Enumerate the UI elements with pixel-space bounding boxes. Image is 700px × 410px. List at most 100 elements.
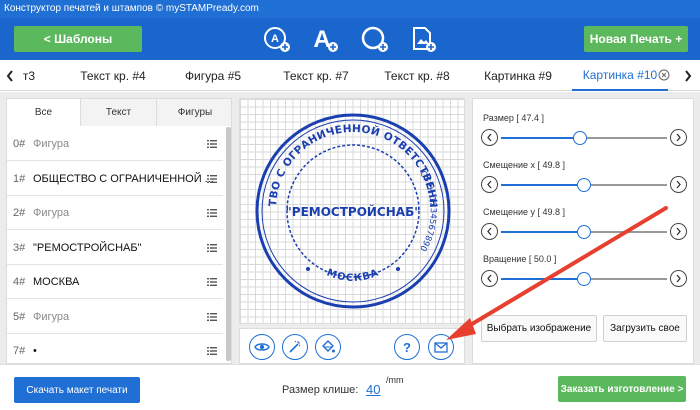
cliche-size-unit: /mm <box>386 375 404 385</box>
chevron-left-icon <box>487 133 492 142</box>
tab-image-9[interactable]: Картинка #9 <box>474 60 562 91</box>
layer-label: • <box>33 345 37 357</box>
slider-fill <box>501 137 580 139</box>
svg-text:A: A <box>271 33 279 45</box>
drag-handle-icon[interactable] <box>207 277 217 287</box>
slider-label: Смещение y [ 49.8 ] <box>483 207 566 217</box>
order-production-button[interactable]: Заказать изготовление > <box>558 376 686 402</box>
chevron-right-icon <box>676 133 681 142</box>
layer-item[interactable]: 0# Фигура <box>7 127 223 161</box>
choose-image-button[interactable]: Выбрать изображение <box>481 315 597 342</box>
upload-own-button[interactable]: Загрузить свое <box>603 315 687 342</box>
tabs-next-button[interactable] <box>680 60 696 91</box>
tab-text-7[interactable]: Текст кр. #7 <box>273 60 359 91</box>
drag-handle-icon[interactable] <box>207 174 217 184</box>
eye-icon <box>254 343 270 351</box>
effects-button[interactable] <box>282 334 308 360</box>
add-text-icon[interactable]: A <box>310 24 340 54</box>
slider-increase-button[interactable] <box>670 176 687 193</box>
tabs-prev-button[interactable] <box>2 60 18 91</box>
chevron-left-icon <box>487 274 492 283</box>
filter-tab-all[interactable]: Все <box>7 99 81 126</box>
chevron-right-icon <box>685 69 692 82</box>
mail-icon <box>434 342 448 353</box>
add-text-circle-icon[interactable]: A <box>262 24 292 54</box>
slider-thumb[interactable] <box>576 178 591 192</box>
slider-track[interactable] <box>501 225 667 239</box>
add-shape-icon[interactable] <box>360 24 390 54</box>
element-tabs: т3 Текст кр. #4 Фигура #5 Текст кр. #7 Т… <box>0 60 700 91</box>
slider-decrease-button[interactable] <box>481 176 498 193</box>
tab-3[interactable]: т3 <box>18 60 40 91</box>
slider-increase-button[interactable] <box>670 129 687 146</box>
send-mail-button[interactable] <box>428 334 454 360</box>
tab-image-10[interactable]: Картинка #10 <box>572 60 668 91</box>
stamp-city-text: МОСКВА <box>325 267 381 284</box>
add-image-icon[interactable] <box>408 24 438 54</box>
svg-text:A: A <box>313 26 330 53</box>
slider-row <box>481 129 687 147</box>
tab-text-4[interactable]: Текст кр. #4 <box>70 60 156 91</box>
chevron-right-icon <box>676 274 681 283</box>
slider-track[interactable] <box>501 272 667 286</box>
new-stamp-button[interactable]: Новая Печать + <box>584 26 688 52</box>
help-button[interactable]: ? <box>394 334 420 360</box>
layer-item[interactable]: 3# "РЕМОСТРОЙСНАБ" <box>7 231 223 265</box>
chevron-left-icon <box>6 69 13 82</box>
stamp-canvas[interactable]: ОБЩЕСТВО С ОГРАНИЧЕННОЙ ОТВЕТСТВЕННОСТЬЮ… <box>239 98 465 324</box>
drag-handle-icon[interactable] <box>207 139 217 149</box>
app-root: Конструктор печатей и штампов © mySTAMPr… <box>0 0 700 410</box>
layer-index: 1# <box>13 172 26 185</box>
preview-button[interactable] <box>249 334 275 360</box>
slider-decrease-button[interactable] <box>481 129 498 146</box>
slider-row <box>481 223 687 241</box>
tab-text-8[interactable]: Текст кр. #8 <box>374 60 460 91</box>
drag-handle-icon[interactable] <box>207 346 217 356</box>
slider-increase-button[interactable] <box>670 223 687 240</box>
slider-decrease-button[interactable] <box>481 270 498 287</box>
layer-item[interactable]: 2# Фигура <box>7 196 223 230</box>
layer-item[interactable]: 5# Фигура <box>7 300 223 334</box>
slider-thumb[interactable] <box>572 131 587 145</box>
magic-wand-icon <box>289 340 301 353</box>
layer-label: Фигура <box>33 310 70 323</box>
chevron-right-icon <box>676 227 681 236</box>
chevron-right-icon <box>676 180 681 189</box>
layer-index: 2# <box>13 207 26 219</box>
download-layout-button[interactable]: Скачать макет печати <box>14 377 140 403</box>
slider-decrease-button[interactable] <box>481 223 498 240</box>
slider-row <box>481 176 687 194</box>
slider-track[interactable] <box>501 131 667 145</box>
slider-track[interactable] <box>501 178 667 192</box>
filter-tab-shapes[interactable]: Фигуры <box>157 99 231 126</box>
chevron-left-icon <box>487 227 492 236</box>
templates-back-button[interactable]: < Шаблоны <box>14 26 142 52</box>
layer-index: 0# <box>13 138 26 150</box>
tab-shape-5[interactable]: Фигура #5 <box>175 60 251 91</box>
stamp-dot-left <box>306 267 310 271</box>
layer-item[interactable]: 4# МОСКВА <box>7 265 223 299</box>
layer-index: 5# <box>13 310 26 323</box>
layer-item[interactable]: 1# ОБЩЕСТВО С ОГРАНИЧЕННОЙ ... <box>7 162 223 196</box>
cliche-size-value[interactable]: 40 <box>366 377 380 403</box>
layers-scrollbar[interactable] <box>226 127 231 361</box>
stamp-dot-right <box>396 267 400 271</box>
slider-increase-button[interactable] <box>670 270 687 287</box>
tab-image-10-label: Картинка #10 <box>582 67 658 82</box>
close-tab-icon[interactable] <box>658 69 670 81</box>
drag-handle-icon[interactable] <box>207 312 217 322</box>
slider-row <box>481 270 687 288</box>
layer-index: 7# <box>13 345 26 357</box>
layer-label: Фигура <box>33 207 70 219</box>
slider-thumb[interactable] <box>576 225 591 239</box>
slider-thumb[interactable] <box>577 272 591 286</box>
fill-color-button[interactable] <box>315 334 341 360</box>
drag-handle-icon[interactable] <box>207 243 217 253</box>
layer-item[interactable]: 7# • <box>7 334 223 363</box>
window-title: Конструктор печатей и штампов © mySTAMPr… <box>0 0 700 18</box>
drag-handle-icon[interactable] <box>207 208 217 218</box>
canvas-toolbar: ? <box>239 328 465 364</box>
slider-fill <box>501 278 584 280</box>
slider-fill <box>501 184 584 186</box>
filter-tab-text[interactable]: Текст <box>81 99 157 126</box>
